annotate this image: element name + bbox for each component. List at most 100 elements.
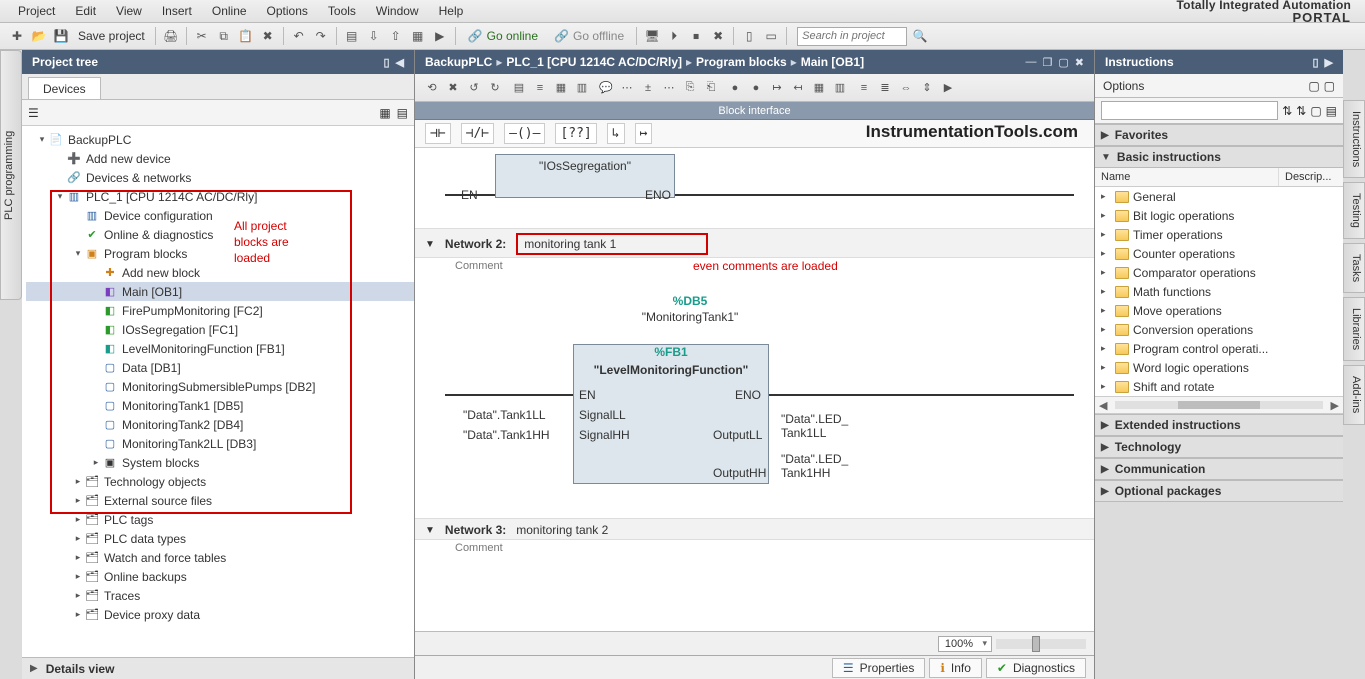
basic-instructions-section[interactable]: ▼ Basic instructions <box>1095 146 1343 168</box>
et-icon[interactable]: ↤ <box>789 79 807 97</box>
col-name[interactable]: Name <box>1095 168 1279 186</box>
tree-node[interactable]: ◧FirePumpMonitoring [FC2] <box>26 301 414 320</box>
chevron-right-icon[interactable]: ▸ <box>1101 324 1111 335</box>
split-h-icon[interactable]: ▯ <box>740 27 758 45</box>
instruction-folder[interactable]: ▸Word logic operations <box>1095 358 1343 377</box>
collapse-icon[interactable]: ▯ <box>1312 56 1318 69</box>
instruction-folder[interactable]: ▸Bit logic operations <box>1095 206 1343 225</box>
et-icon[interactable]: ✖ <box>444 79 462 97</box>
et-icon[interactable]: ⇔ <box>897 79 915 97</box>
et-icon[interactable]: ▦ <box>810 79 828 97</box>
tree-node[interactable]: ▸▣System blocks <box>26 453 414 472</box>
fb-name[interactable]: "LevelMonitoringFunction" <box>574 359 768 381</box>
lad-box-icon[interactable]: [??] <box>555 123 596 144</box>
output-led-ll2[interactable]: Tank1LL <box>781 426 826 440</box>
diagnostics-tab[interactable]: ✔Diagnostics <box>986 658 1086 678</box>
input-tank1ll[interactable]: "Data".Tank1LL <box>463 408 546 422</box>
zoom-select[interactable]: 100% <box>938 636 992 652</box>
et-icon[interactable]: ● <box>726 79 744 97</box>
instruction-folder[interactable]: ▸General <box>1095 187 1343 206</box>
properties-tab[interactable]: ☰Properties <box>832 658 925 678</box>
chevron-right-icon[interactable]: ▸ <box>1101 229 1111 240</box>
instruction-folder[interactable]: ▸Move operations <box>1095 301 1343 320</box>
pin-icon[interactable]: ◀ <box>396 56 404 69</box>
et-icon[interactable]: ↺ <box>465 79 483 97</box>
tree-node[interactable]: ▸🗂Watch and force tables <box>26 548 414 567</box>
tree-node[interactable]: ◧Main [OB1] <box>26 282 414 301</box>
tree-node[interactable]: ◧IOsSegregation [FC1] <box>26 320 414 339</box>
tree-node[interactable]: ▢MonitoringSubmersiblePumps [DB2] <box>26 377 414 396</box>
menu-online[interactable]: Online <box>202 2 257 20</box>
tree-arrow-icon[interactable]: ▸ <box>72 590 84 601</box>
opt-icon[interactable]: ▢ <box>1324 79 1335 93</box>
tree-node[interactable]: ▢MonitoringTank2 [DB4] <box>26 415 414 434</box>
cross-refs-icon[interactable]: ✖ <box>709 27 727 45</box>
et-icon[interactable]: ▶ <box>939 79 957 97</box>
instructions-tree[interactable]: ▸General▸Bit logic operations▸Timer oper… <box>1095 187 1343 396</box>
tree-tool-icon[interactable]: ☰ <box>28 106 39 120</box>
scroll-left-icon[interactable]: ◀ <box>1099 399 1107 412</box>
tree-node[interactable]: ▸🗂External source files <box>26 491 414 510</box>
menu-help[interactable]: Help <box>429 2 474 20</box>
et-icon[interactable]: ⋯ <box>660 79 678 97</box>
tree-arrow-icon[interactable]: ▸ <box>72 533 84 544</box>
window-close-icon[interactable]: ✖ <box>1075 56 1084 69</box>
output-led-ll1[interactable]: "Data".LED_ <box>781 412 848 426</box>
tree-arrow-icon[interactable]: ▸ <box>72 609 84 620</box>
menu-view[interactable]: View <box>106 2 152 20</box>
tree-arrow-icon[interactable]: ▾ <box>72 248 84 259</box>
tree-grid-icon[interactable]: ▦ <box>379 106 390 120</box>
tree-node[interactable]: ◧LevelMonitoringFunction [FB1] <box>26 339 414 358</box>
redo-icon[interactable]: ↷ <box>312 27 330 45</box>
search-go-icon[interactable]: 🔍 <box>911 27 929 45</box>
network-3-header[interactable]: ▼ Network 3: monitoring tank 2 <box>415 518 1094 540</box>
instr-tool-icon[interactable]: ⇅ <box>1296 104 1306 118</box>
tree-list-icon[interactable]: ▤ <box>397 106 408 120</box>
tree-node[interactable]: ▾▥PLC_1 [CPU 1214C AC/DC/Rly] <box>26 187 414 206</box>
tree-node[interactable]: ✚Add new block <box>26 263 414 282</box>
crumb-project[interactable]: BackupPLC <box>425 55 492 69</box>
chevron-right-icon[interactable]: ▸ <box>1101 286 1111 297</box>
download-icon[interactable]: ⇩ <box>365 27 383 45</box>
open-project-icon[interactable]: 📂 <box>30 27 48 45</box>
tree-node[interactable]: ▸🗂PLC tags <box>26 510 414 529</box>
tree-node[interactable]: ▥Device configuration <box>26 206 414 225</box>
tree-arrow-icon[interactable]: ▸ <box>90 457 102 468</box>
zoom-slider[interactable] <box>996 639 1086 649</box>
et-icon[interactable]: ⟲ <box>423 79 441 97</box>
tree-node[interactable]: ▢MonitoringTank1 [DB5] <box>26 396 414 415</box>
input-tank1hh[interactable]: "Data".Tank1HH <box>463 428 550 442</box>
instructions-scroll[interactable]: ◀ ▶ <box>1095 396 1343 414</box>
instr-tool-icon[interactable]: ▤ <box>1326 104 1337 118</box>
start-cpu-icon[interactable]: ⏵ <box>665 27 683 45</box>
et-icon[interactable]: ▥ <box>831 79 849 97</box>
tree-node[interactable]: 🔗Devices & networks <box>26 168 414 187</box>
fc-block-ios-segregation[interactable]: "IOsSegregation" <box>496 155 674 177</box>
communication-section[interactable]: ▶Communication <box>1095 458 1343 480</box>
et-icon[interactable]: ▥ <box>573 79 591 97</box>
et-icon[interactable]: 💬 <box>597 79 615 97</box>
chevron-right-icon[interactable]: ▸ <box>1101 248 1111 259</box>
et-icon[interactable]: ⋯ <box>618 79 636 97</box>
et-icon[interactable]: ⇕ <box>918 79 936 97</box>
optional-packages-section[interactable]: ▶Optional packages <box>1095 480 1343 502</box>
scroll-right-icon[interactable]: ▶ <box>1331 399 1339 412</box>
et-icon[interactable]: ● <box>747 79 765 97</box>
tree-node[interactable]: ▸🗂Technology objects <box>26 472 414 491</box>
side-tab-tasks[interactable]: Tasks <box>1343 243 1365 293</box>
details-view-bar[interactable]: ▶ Details view <box>22 657 414 679</box>
crumb-program-blocks[interactable]: Program blocks <box>696 55 787 69</box>
crumb-plc[interactable]: PLC_1 [CPU 1214C AC/DC/Rly] <box>506 55 682 69</box>
extended-instructions-section[interactable]: ▶Extended instructions <box>1095 414 1343 436</box>
paste-icon[interactable]: 📋 <box>237 27 255 45</box>
simulate-icon[interactable]: ▦ <box>409 27 427 45</box>
tree-arrow-icon[interactable]: ▸ <box>72 514 84 525</box>
tree-node[interactable]: ▢Data [DB1] <box>26 358 414 377</box>
tree-node[interactable]: ▢MonitoringTank2LL [DB3] <box>26 434 414 453</box>
et-icon[interactable]: ≡ <box>855 79 873 97</box>
side-tab-add-ins[interactable]: Add-ins <box>1343 365 1365 424</box>
chevron-right-icon[interactable]: ▸ <box>1101 362 1111 373</box>
network-2-comment[interactable]: Comment <box>415 258 1094 278</box>
search-input[interactable] <box>797 27 907 46</box>
save-project-label[interactable]: Save project <box>74 29 149 43</box>
